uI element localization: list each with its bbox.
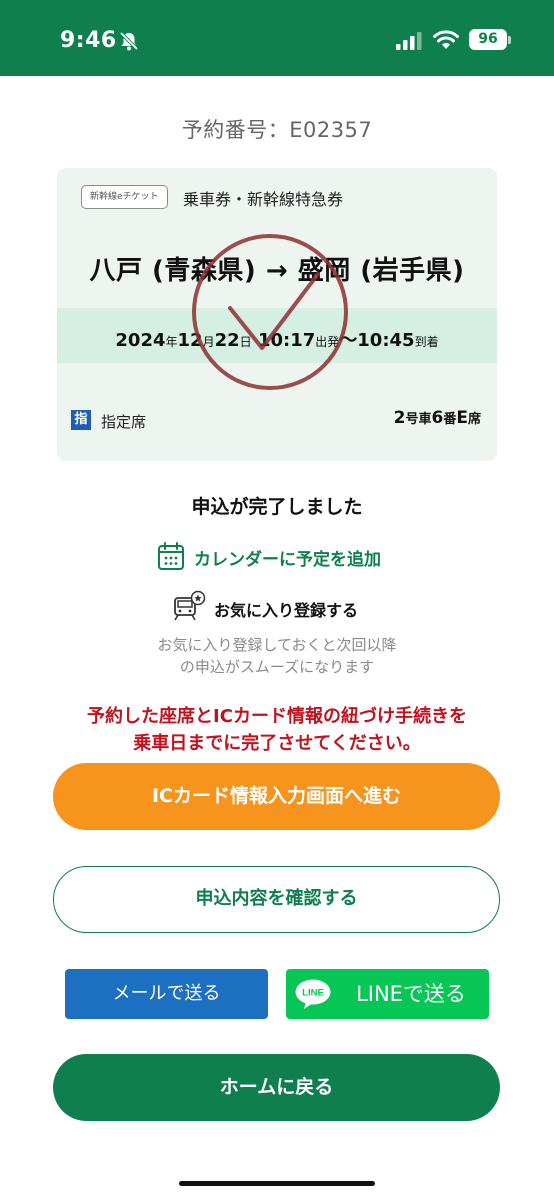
line-logo-icon: LINE bbox=[295, 979, 331, 1009]
wifi-icon bbox=[433, 30, 459, 49]
completion-title: 申込が完了しました bbox=[191, 496, 363, 518]
favorite-note: お気に入り登録しておくと次回以降 の申込がスムーズになります bbox=[0, 634, 554, 678]
date-year-unit: 年 bbox=[165, 335, 178, 349]
ticket-type: 乗車券・新幹線特急券 bbox=[183, 190, 344, 209]
seat-number: 2号車6番E席 bbox=[394, 408, 481, 428]
reservation-number: 予約番号：E02357 bbox=[181, 118, 373, 142]
seat-class: 指定席 bbox=[101, 413, 147, 431]
train-favorite-icon[interactable] bbox=[172, 590, 206, 624]
send-by-line-button[interactable]: LINE LINEで送る bbox=[286, 969, 489, 1019]
status-time: 9:46 bbox=[60, 28, 117, 53]
battery-cap bbox=[508, 36, 511, 44]
eticket-badge: 新幹線eチケット bbox=[81, 185, 168, 209]
seat-car-unit: 号車 bbox=[405, 412, 432, 427]
confirm-application-button[interactable]: 申込内容を確認する bbox=[53, 866, 500, 933]
home-indicator bbox=[179, 1181, 375, 1186]
send-by-line-label: LINEで送る bbox=[356, 982, 466, 1006]
warning-line-2: 乗車日までに完了させてください。 bbox=[133, 733, 421, 754]
battery-level: 96 bbox=[469, 29, 507, 50]
arrive-label: 到着 bbox=[414, 335, 439, 349]
line-logo-text: LINE bbox=[302, 988, 324, 999]
cellular-signal-icon bbox=[396, 32, 422, 50]
check-stamp-icon bbox=[192, 234, 348, 390]
seat-row-unit: 番 bbox=[443, 412, 457, 427]
status-bar: 9:46 96 bbox=[0, 0, 554, 76]
seat-letter-unit: 席 bbox=[467, 412, 481, 427]
ic-card-warning: 予約した座席とICカード情報の紐づけ手続きを 乗車日までに完了させてください。 bbox=[0, 703, 554, 757]
seat-row: 6 bbox=[431, 408, 444, 428]
favorite-note-line-2: の申込がスムーズになります bbox=[179, 658, 375, 676]
calendar-icon[interactable] bbox=[157, 541, 185, 571]
send-by-mail-button[interactable]: メールで送る bbox=[65, 969, 268, 1019]
seat-car: 2 bbox=[393, 408, 406, 428]
favorite-note-line-1: お気に入り登録しておくと次回以降 bbox=[157, 636, 397, 654]
seat-letter: E bbox=[456, 408, 468, 428]
arrive-time: 10:45 bbox=[357, 330, 415, 351]
reserved-seat-icon: 指 bbox=[71, 410, 91, 430]
return-home-button[interactable]: ホームに戻る bbox=[53, 1054, 500, 1121]
ic-card-input-button[interactable]: ICカード情報入力画面へ進む bbox=[53, 763, 500, 830]
bell-muted-icon bbox=[119, 31, 139, 51]
add-favorite-link[interactable]: お気に入り登録する bbox=[214, 597, 358, 621]
add-to-calendar-link[interactable]: カレンダーに予定を追加 bbox=[194, 545, 381, 570]
warning-line-1: 予約した座席とICカード情報の紐づけ手続きを bbox=[87, 706, 467, 727]
date-year: 2024 bbox=[115, 330, 166, 351]
